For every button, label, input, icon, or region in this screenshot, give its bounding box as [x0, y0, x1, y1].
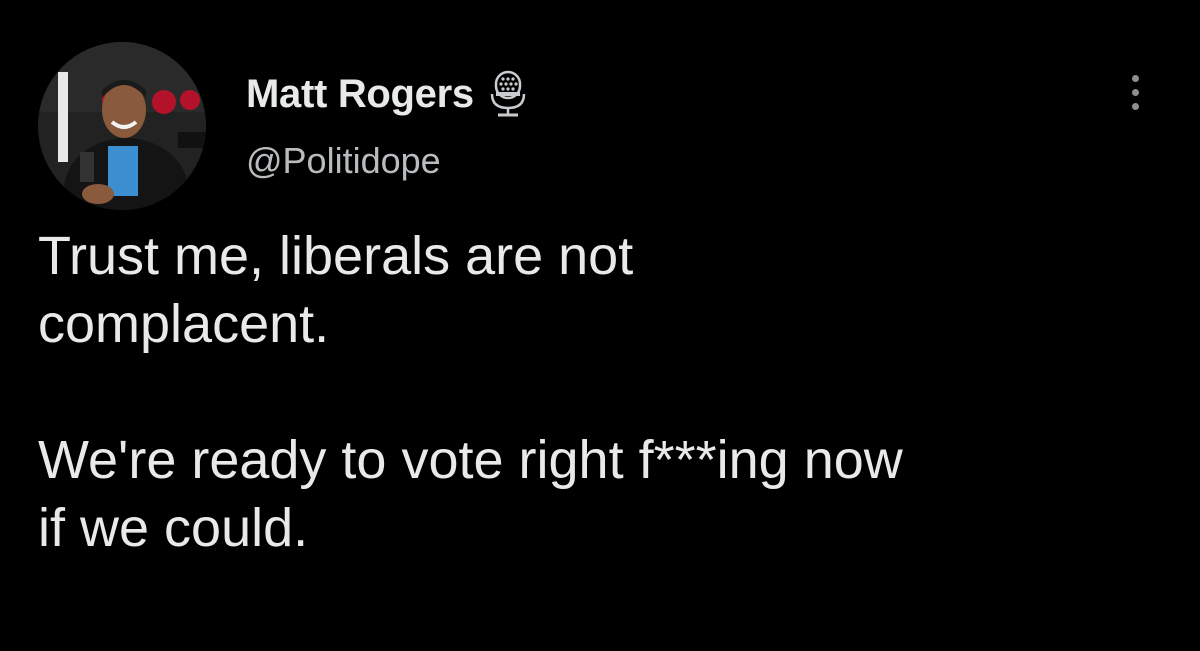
- author-handle[interactable]: @Politidope: [246, 140, 441, 182]
- author-row: Matt Rogers: [246, 66, 528, 122]
- more-options-dot-icon: [1131, 74, 1139, 82]
- tweet-body: Trust me, liberals are not complacent. W…: [38, 222, 1168, 562]
- more-options-dot-icon: [1131, 102, 1139, 110]
- profile-photo-icon: [38, 42, 206, 210]
- microphone-icon: [488, 70, 528, 118]
- tweet-card: Matt Rogers @Politidope Trust me, libera…: [0, 0, 1200, 651]
- avatar[interactable]: [38, 42, 206, 210]
- more-options-dot-icon: [1131, 88, 1139, 96]
- tweet-text-line: if we could.: [38, 498, 309, 558]
- tweet-text-line: Trust me, liberals are not: [38, 226, 634, 286]
- tweet-text-line: complacent.: [38, 294, 330, 354]
- more-options-button[interactable]: [1118, 64, 1152, 120]
- tweet-text-line: We're ready to vote right f***ing now: [38, 430, 903, 490]
- tweet-paragraph-2: We're ready to vote right f***ing now if…: [38, 426, 1168, 562]
- tweet-paragraph-1: Trust me, liberals are not complacent.: [38, 222, 1168, 358]
- author-display-name[interactable]: Matt Rogers: [246, 72, 474, 117]
